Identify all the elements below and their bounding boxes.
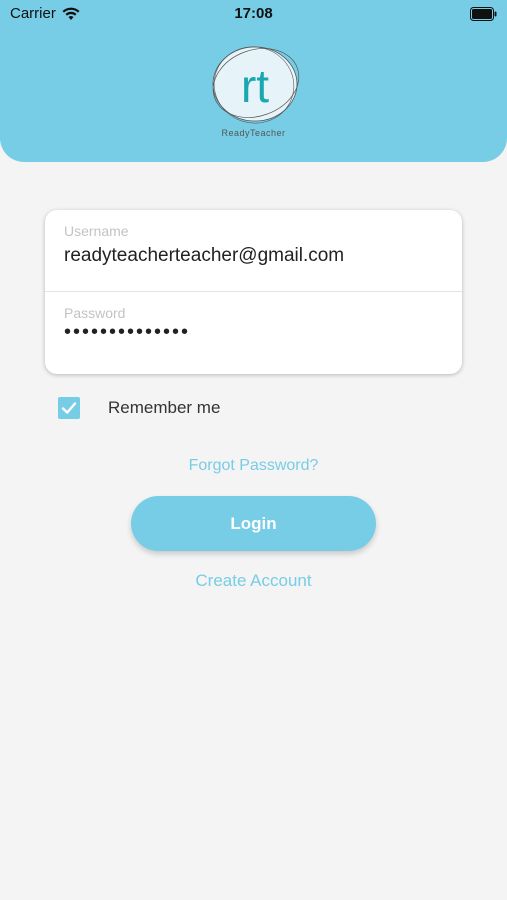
forgot-password-link[interactable]: Forgot Password? [0,457,507,475]
app-header: Carrier 17:08 rt ReadyTeacher [0,0,507,162]
checkmark-icon [61,402,77,414]
login-card: Username readyteacherteacher@gmail.com P… [45,210,462,374]
remember-me-label[interactable]: Remember me [108,398,220,418]
create-account-link[interactable]: Create Account [0,571,507,591]
remember-me-checkbox[interactable] [58,397,80,419]
password-label: Password [64,305,126,321]
password-field[interactable]: Password •••••••••••••• [45,292,462,374]
logo-caption: ReadyTeacher [221,128,286,138]
username-field[interactable]: Username readyteacherteacher@gmail.com [45,210,462,292]
login-button[interactable]: Login [131,496,376,551]
status-bar: Carrier 17:08 [0,0,507,30]
status-time: 17:08 [234,5,273,22]
username-label: Username [64,223,129,239]
logo-monogram: rt [241,60,269,112]
password-input[interactable]: •••••••••••••• [64,321,190,344]
battery-icon [470,7,497,21]
username-input[interactable]: readyteacherteacher@gmail.com [64,245,344,267]
readyteacher-logo: rt [212,46,300,124]
